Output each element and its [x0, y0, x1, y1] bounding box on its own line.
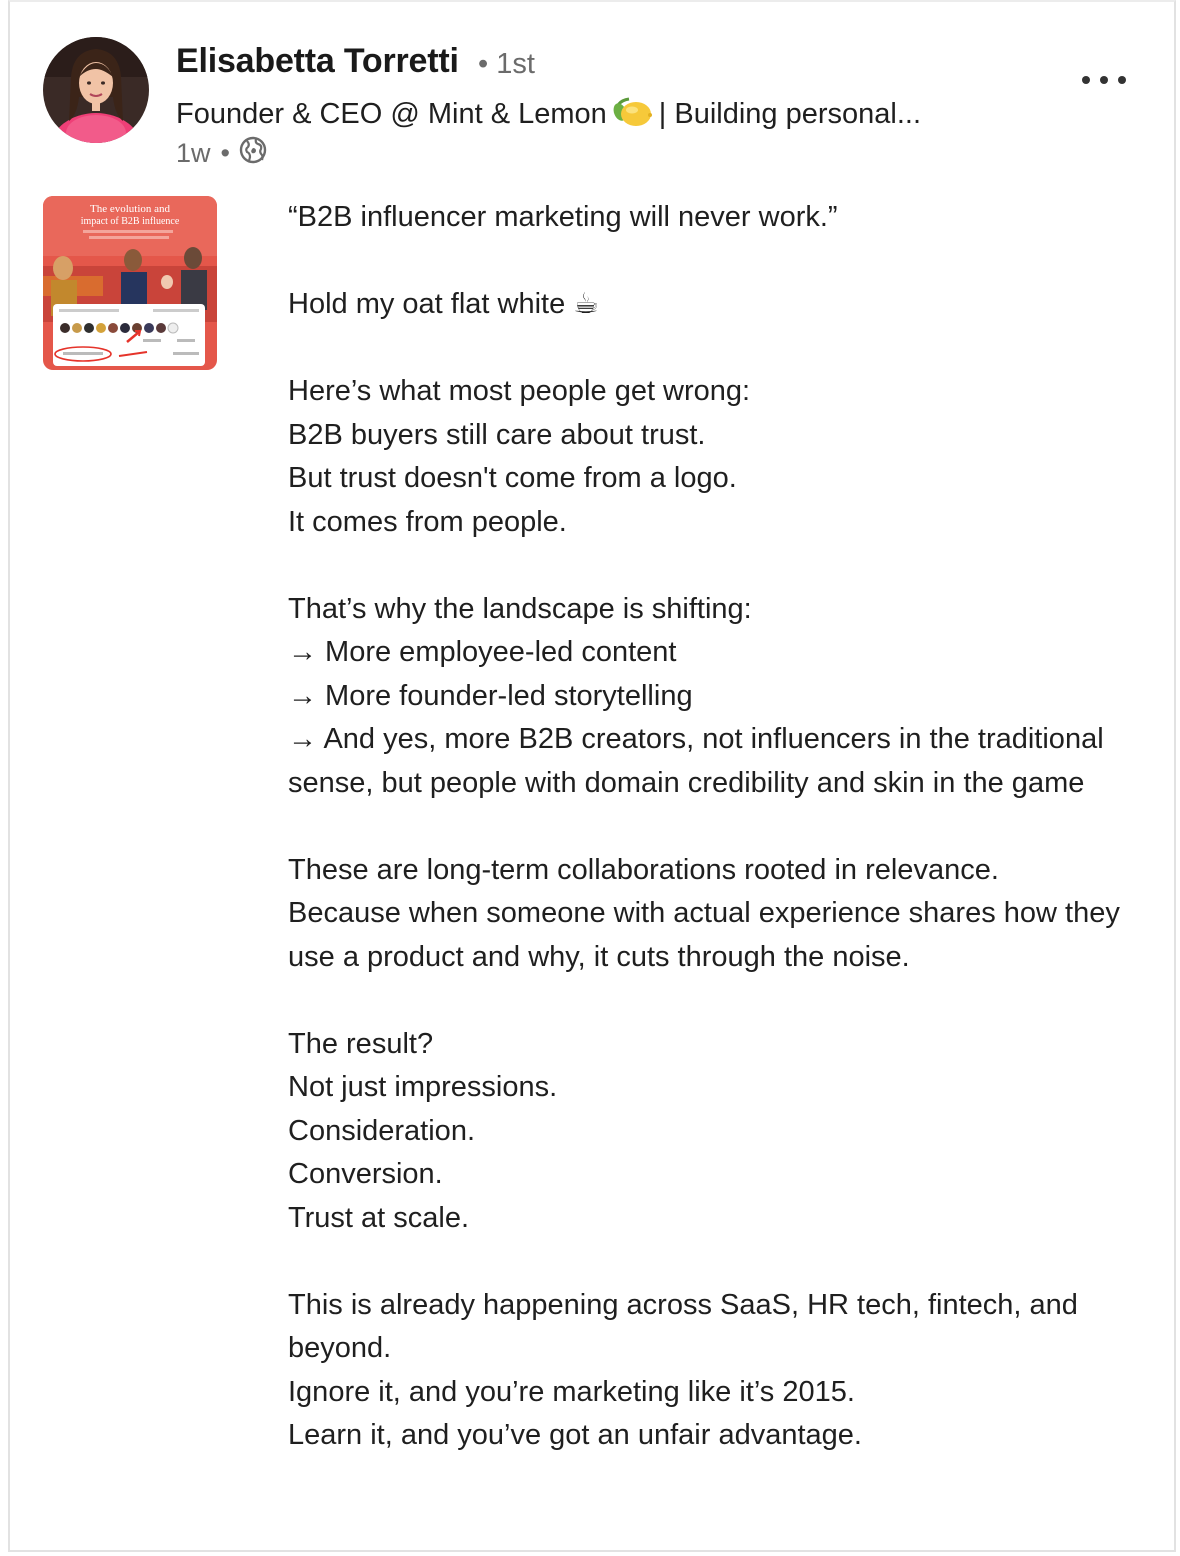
- bullet-item: → And yes, more B2B creators, not influe…: [288, 723, 1104, 799]
- author-avatar[interactable]: [43, 37, 149, 143]
- post-line: B2B buyers still care about trust.: [288, 418, 706, 451]
- avatar-image: [43, 37, 149, 143]
- post-line: That’s why the landscape is shifting:: [288, 592, 752, 625]
- bullet-item: → More founder-led storytelling: [288, 679, 693, 712]
- bullet-item: → More employee-led content: [288, 636, 677, 668]
- post-line: Because when someone with actual experie…: [288, 897, 1120, 973]
- thumbnail-title-line2: impact of B2B influence: [81, 216, 180, 227]
- author-name[interactable]: Elisabetta Torretti: [176, 42, 459, 81]
- more-options-button[interactable]: [1076, 62, 1132, 98]
- post-timestamp[interactable]: 1w: [176, 138, 211, 169]
- post-line: Ignore it, and you’re marketing like it’…: [288, 1375, 855, 1408]
- thumbnail-title-line1: The evolution and: [90, 203, 171, 215]
- post-line: Hold my oat flat white ☕: [288, 288, 600, 320]
- author-headline[interactable]: Founder & CEO @ Mint & Lemon | Building …: [176, 95, 921, 137]
- post-line: “B2B influencer marketing will never wor…: [288, 201, 838, 233]
- connection-degree: • 1st: [478, 48, 535, 80]
- post-line: It comes from people.: [288, 505, 567, 538]
- post-line: Consideration.: [288, 1114, 475, 1147]
- post-line: Here’s what most people get wrong:: [288, 375, 751, 407]
- post-media-thumbnail[interactable]: The evolution and impact of B2B influenc…: [43, 196, 217, 370]
- post-text: “B2B influencer marketing will never wor…: [288, 196, 1158, 1458]
- post-line: Not just impressions.: [288, 1071, 558, 1103]
- post-line: Conversion.: [288, 1158, 443, 1190]
- post-line: But trust doesn't come from a logo.: [288, 462, 737, 494]
- lemon-icon: [611, 95, 653, 137]
- globe-icon: [238, 135, 268, 172]
- post-line: Learn it, and you’ve got an unfair advan…: [288, 1419, 862, 1451]
- thumbnail-image: The evolution and impact of B2B influenc…: [43, 196, 217, 370]
- more-horizontal-icon: [1082, 76, 1126, 84]
- post-line: These are long-term collaborations roote…: [288, 853, 999, 886]
- meta-separator: •: [220, 138, 230, 168]
- headline-text-suffix: | Building personal...: [658, 98, 922, 130]
- headline-text: Founder & CEO @ Mint & Lemon: [176, 98, 607, 130]
- post-line: The result?: [288, 1027, 434, 1060]
- post-line: This is already happening across SaaS, H…: [288, 1288, 1078, 1365]
- post-line: Trust at scale.: [288, 1201, 470, 1234]
- post-meta: 1w •: [176, 135, 268, 172]
